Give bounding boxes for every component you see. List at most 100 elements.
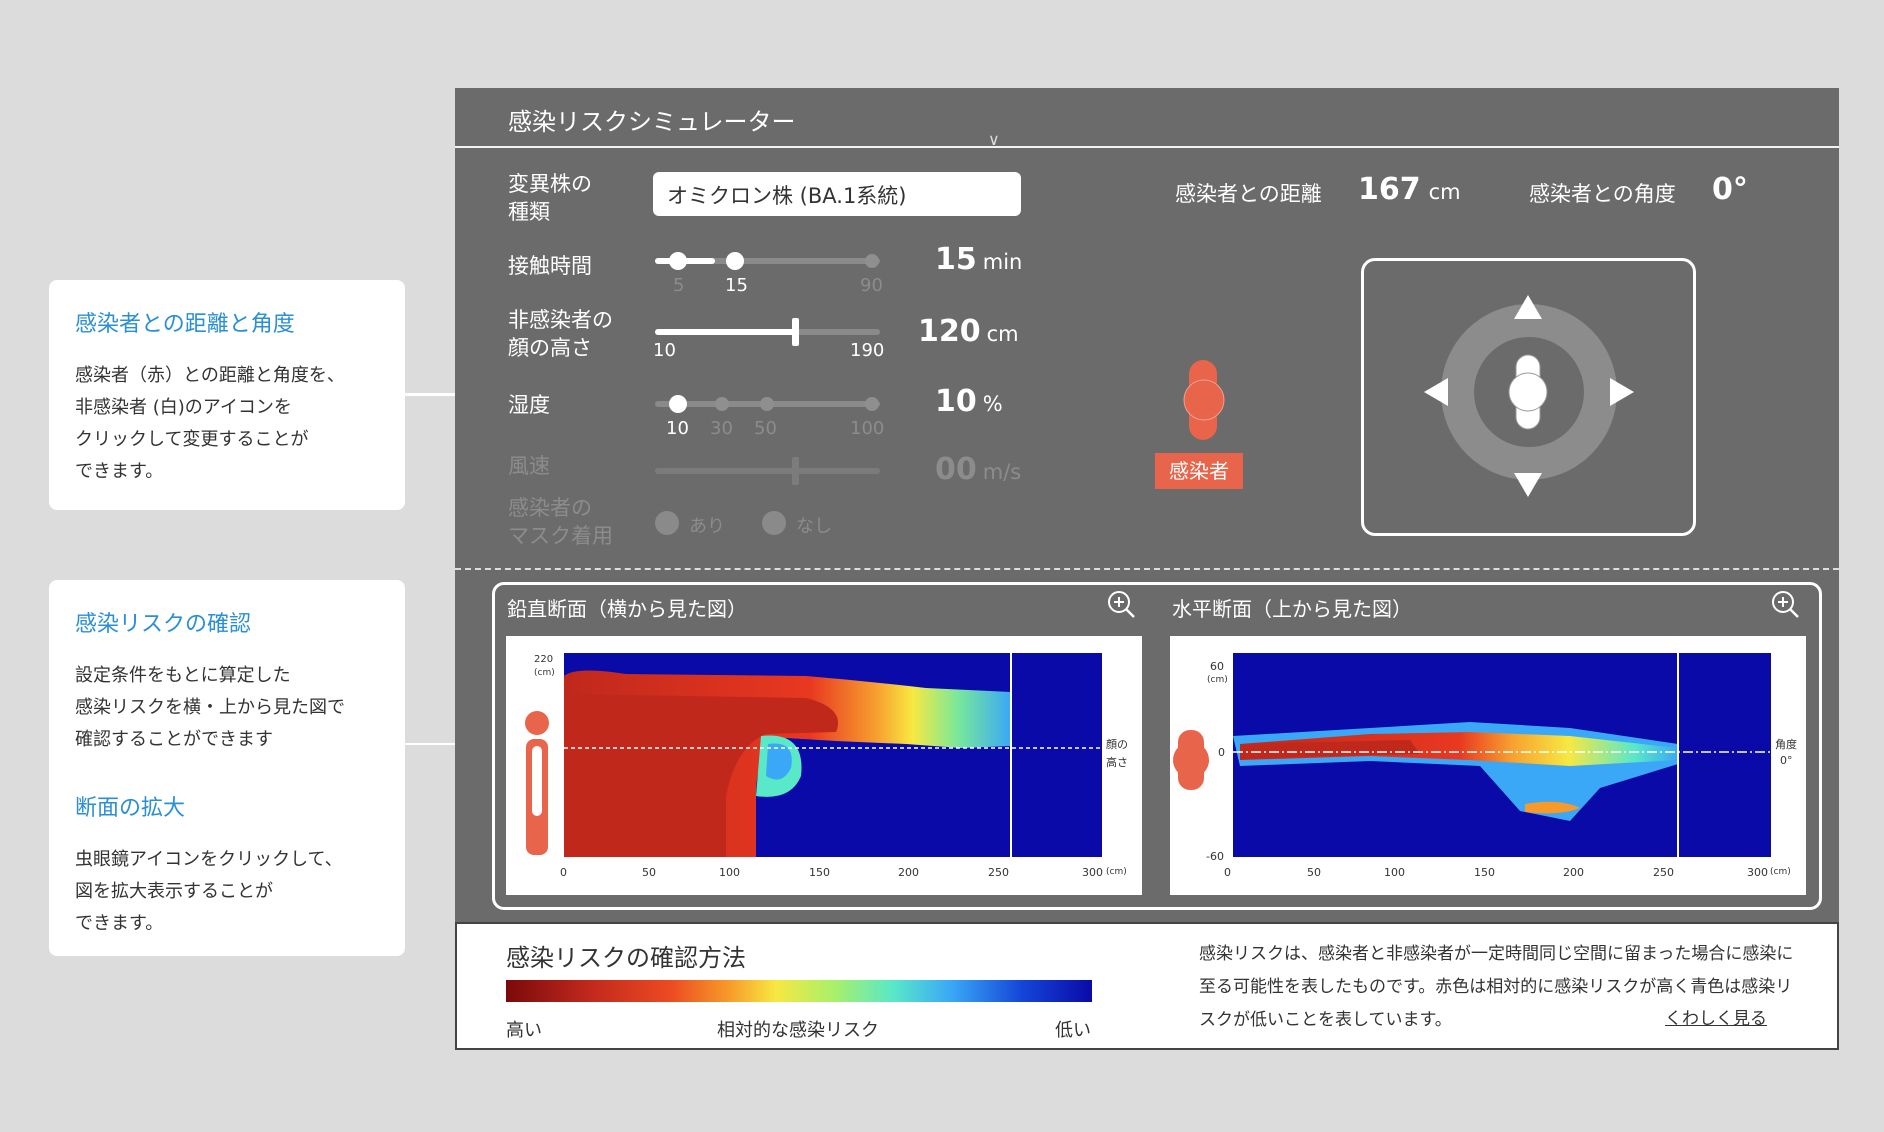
- horizontal-marker-label-1: 角度: [1775, 738, 1797, 751]
- distance-value: 167 cm: [1358, 172, 1461, 207]
- horizontal-y-mid: 0: [1218, 746, 1225, 759]
- horizontal-marker-label-2: 0°: [1780, 754, 1793, 767]
- vertical-x-tick-150: 150: [809, 866, 830, 879]
- mask-yes-radio[interactable]: [655, 511, 679, 535]
- wind-unit: m/s: [982, 460, 1022, 484]
- contact-time-current: 15: [725, 275, 748, 296]
- horizontal-x-tick-150: 150: [1474, 866, 1495, 879]
- risk-color-scale: [506, 980, 1092, 1002]
- humidity-tick-100: 100: [850, 418, 885, 439]
- contact-time-value: 15 min: [935, 242, 1022, 277]
- face-height-max: 190: [850, 340, 885, 361]
- arrow-left-icon[interactable]: [1424, 378, 1448, 406]
- legend-title: 感染リスクの確認方法: [506, 944, 746, 972]
- face-height-number: 120: [918, 314, 981, 349]
- horizontal-chart: 60 (cm) 0 -60 角度 0° 0 50 100 150 200 250…: [1170, 636, 1806, 895]
- contact-time-max: 90: [860, 275, 883, 296]
- arrow-down-icon[interactable]: [1514, 473, 1542, 497]
- page-title: 感染リスクシミュレーター: [508, 108, 796, 136]
- humidity-tick-10: 10: [666, 418, 689, 439]
- horizontal-y-top: 60: [1210, 660, 1224, 673]
- horizontal-y-unit: (cm): [1207, 675, 1228, 685]
- vertical-x-tick-200: 200: [898, 866, 919, 879]
- humidity-unit: %: [982, 392, 1003, 416]
- simulator-panel: 感染リスクシミュレーター ∨ 変異株の 種類 オミクロン株 (BA.1系統) 接…: [455, 88, 1839, 1050]
- zoom-vertical-icon[interactable]: [1106, 589, 1136, 619]
- humidity-label: 湿度: [508, 393, 550, 417]
- wind-number: 00: [935, 452, 977, 487]
- distance-label: 感染者との距離: [1175, 182, 1322, 206]
- face-height-knob[interactable]: [792, 318, 799, 346]
- wind-label: 風速: [508, 454, 550, 478]
- contact-time-min: 5: [673, 275, 685, 296]
- wind-knob: [792, 457, 799, 485]
- face-height-value: 120 cm: [918, 314, 1019, 349]
- callout-connector-risk: [405, 743, 455, 745]
- vertical-y-top: 220: [534, 654, 554, 665]
- legend-low-label: 低い: [1055, 1020, 1091, 1041]
- horizontal-y-bottom: -60: [1206, 850, 1224, 863]
- callout-zoom-body: 虫眼鏡アイコンをクリックして、 図を拡大表示することが できます。: [75, 849, 343, 934]
- contact-time-label: 接触時間: [508, 254, 592, 278]
- vertical-chart-title: 鉛直断面（横から見た図）: [507, 597, 747, 621]
- mask-label: 感染者の マスク着用: [508, 496, 613, 548]
- callout-distance-body: 感染者（赤）との距離と角度を、 非感染者 (白)のアイコンを クリックして変更す…: [75, 365, 345, 482]
- angle-value: 0°: [1712, 172, 1748, 207]
- humidity-tick-30: 30: [710, 418, 733, 439]
- vertical-chart: 220 (cm) 顔の 高さ 0 50 100 150 200 250 300 …: [506, 636, 1142, 895]
- humidity-value: 10%: [935, 384, 1003, 419]
- humidity-number: 10: [935, 384, 977, 419]
- vertical-x-tick-50: 50: [642, 866, 656, 879]
- contact-time-unit: min: [982, 250, 1023, 274]
- callout-risk: 感染リスクの確認 設定条件をもとに算定した 感染リスクを横・上から見た図で 確認…: [49, 580, 405, 956]
- vertical-x-tick-100: 100: [719, 866, 740, 879]
- contact-time-min-knob[interactable]: [669, 252, 687, 270]
- title-divider: [455, 146, 1839, 148]
- contact-time-max-dot: [865, 254, 879, 268]
- vertical-marker-label-1: 顔の: [1106, 738, 1128, 751]
- face-height-fill: [655, 329, 795, 335]
- callout-zoom-title: 断面の拡大: [75, 796, 186, 821]
- legend-high-label: 高い: [506, 1020, 542, 1041]
- arrow-up-icon[interactable]: [1514, 295, 1542, 319]
- wind-track: [655, 468, 880, 474]
- callout-distance-title: 感染者との距離と角度: [75, 312, 295, 337]
- horizontal-chart-title: 水平断面（上から見た図）: [1172, 597, 1412, 621]
- distance-unit: cm: [1428, 180, 1461, 204]
- horizontal-x-tick-100: 100: [1384, 866, 1405, 879]
- infected-person-icon: [1183, 360, 1225, 440]
- callout-risk-body: 設定条件をもとに算定した 感染リスクを横・上から見た図で 確認することができます: [75, 665, 345, 750]
- callout-distance-angle: 感染者との距離と角度 感染者（赤）との距離と角度を、 非感染者 (白)のアイコン…: [49, 280, 405, 510]
- person-silhouette-icon: [525, 711, 549, 855]
- legend-middle-label: 相対的な感染リスク: [717, 1020, 879, 1041]
- position-control: [1361, 258, 1696, 536]
- horizontal-x-tick-250: 250: [1653, 866, 1674, 879]
- uninfected-person-icon[interactable]: [1506, 353, 1550, 433]
- variant-select[interactable]: オミクロン株 (BA.1系統): [653, 172, 1021, 216]
- vertical-x-tick-250: 250: [988, 866, 1009, 879]
- risk-legend: 感染リスクの確認方法 高い 相対的な感染リスク 低い 感染リスクは、感染者と非感…: [455, 922, 1839, 1050]
- more-link[interactable]: くわしく見る: [1665, 1004, 1767, 1029]
- face-height-label: 非感染者の 顔の高さ: [508, 308, 613, 360]
- arrow-right-icon[interactable]: [1610, 378, 1634, 406]
- contact-time-knob[interactable]: [726, 252, 744, 270]
- humidity-knob[interactable]: [669, 395, 687, 413]
- callout-risk-title: 感染リスクの確認: [75, 612, 252, 637]
- vertical-x-tick-0: 0: [560, 866, 567, 879]
- humidity-stop-100: [865, 397, 879, 411]
- mask-no-radio[interactable]: [762, 511, 786, 535]
- face-height-min: 10: [653, 340, 676, 361]
- vertical-y-unit: (cm): [534, 668, 555, 678]
- zoom-horizontal-icon[interactable]: [1770, 589, 1800, 619]
- mask-yes-label: あり: [689, 516, 725, 537]
- distance-number: 167: [1358, 172, 1421, 207]
- vertical-x-unit: (cm): [1106, 867, 1127, 877]
- horizontal-x-tick-200: 200: [1563, 866, 1584, 879]
- angle-label: 感染者との角度: [1529, 182, 1676, 206]
- variant-label: 変異株の 種類: [508, 172, 592, 224]
- vertical-x-tick-300: 300: [1082, 866, 1103, 879]
- horizontal-x-tick-0: 0: [1224, 866, 1231, 879]
- contact-time-number: 15: [935, 242, 977, 277]
- charts-frame: 鉛直断面（横から見た図） 水平断面（上から見た図） 220 (cm) 顔の 高さ…: [492, 582, 1822, 910]
- humidity-stop-30: [715, 397, 729, 411]
